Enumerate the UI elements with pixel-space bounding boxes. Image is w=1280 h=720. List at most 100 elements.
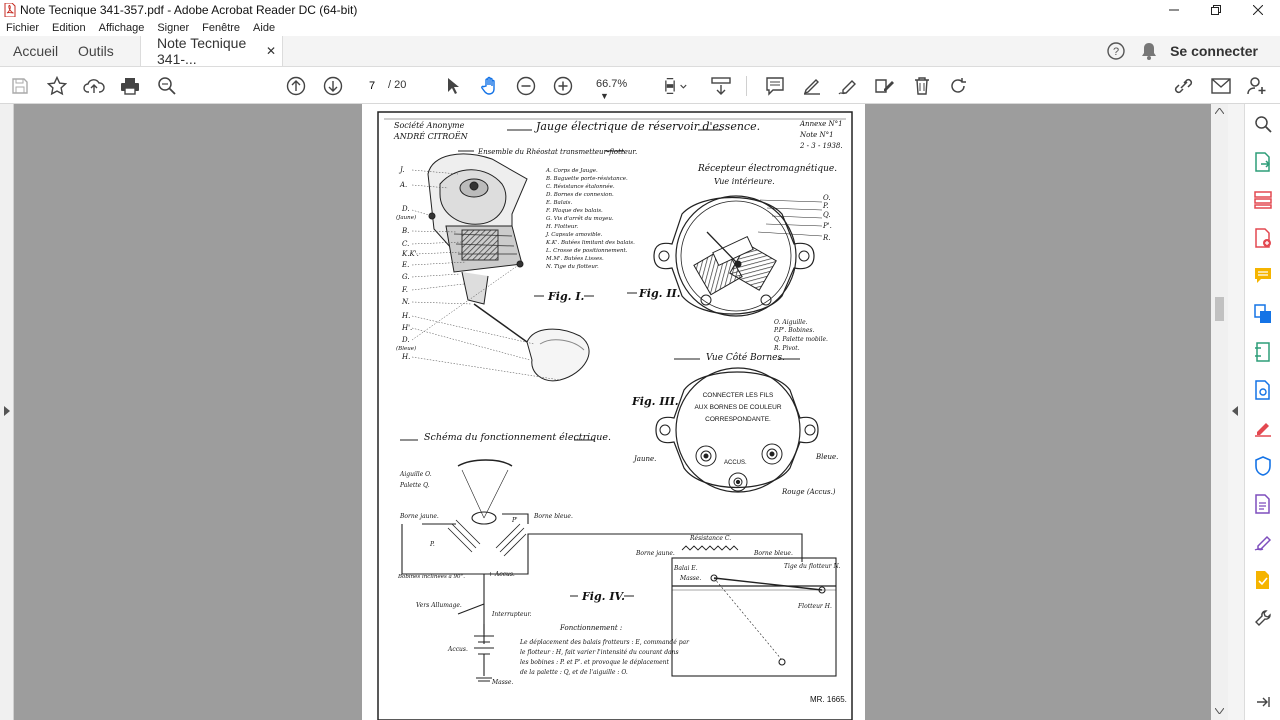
shield-icon (1255, 456, 1271, 476)
restore-icon (1211, 5, 1221, 15)
sidebar-protect[interactable] (1251, 454, 1275, 478)
sidebar-compress[interactable] (1251, 340, 1275, 364)
fill-sign-button[interactable] (873, 74, 897, 98)
bookmark-button[interactable] (45, 74, 69, 98)
select-tool-button[interactable] (441, 74, 465, 98)
fig3-drawing (655, 367, 819, 493)
menu-bar: Fichier Edition Affichage Signer Fenêtre… (0, 20, 1280, 36)
delete-button[interactable] (910, 74, 934, 98)
menu-aide[interactable]: Aide (253, 22, 275, 34)
sidebar-comment[interactable] (1251, 264, 1275, 288)
sidebar-send-for-review[interactable] (1251, 568, 1275, 592)
menu-fichier[interactable]: Fichier (6, 22, 39, 34)
scroll-mode-button[interactable] (709, 74, 733, 98)
page-number-input[interactable] (360, 76, 384, 96)
svg-text:Palette Q.: Palette Q. (399, 482, 430, 489)
fig1-label-h2: H'. (401, 324, 412, 332)
vertical-scrollbar[interactable] (1211, 104, 1228, 720)
close-window-button[interactable] (1239, 0, 1277, 20)
sign-in-button[interactable]: Se connecter (1170, 43, 1258, 59)
expand-left-panel-icon[interactable] (3, 406, 11, 416)
zoom-select[interactable]: 66.7% ▼ (592, 78, 642, 102)
cursor-arrow-icon (448, 78, 459, 94)
svg-text:O. Aiguille.: O. Aiguille. (774, 319, 808, 326)
next-page-button[interactable] (321, 74, 345, 98)
menu-fenetre[interactable]: Fenêtre (202, 22, 240, 34)
minus-circle-icon (516, 76, 536, 96)
previous-page-button[interactable] (284, 74, 308, 98)
drawing-reference: MR. 1665. (810, 695, 847, 704)
sidebar-combine-files[interactable] (1251, 302, 1275, 326)
tab-tools[interactable]: Outils (66, 36, 140, 66)
sidebar-collapse[interactable] (1251, 690, 1275, 714)
minimize-button[interactable] (1155, 0, 1193, 20)
zoom-in-button[interactable] (551, 74, 575, 98)
help-icon[interactable]: ? (1106, 41, 1126, 61)
svg-text:J. Capsule amovible.: J. Capsule amovible. (545, 232, 603, 238)
svg-text:R. Pivot.: R. Pivot. (773, 345, 800, 352)
sidebar-search[interactable] (1251, 112, 1275, 136)
fig1-label-f: F. (401, 286, 408, 294)
main-title: Jauge électrique de réservoir d'essence. (534, 120, 760, 133)
menu-signer[interactable]: Signer (157, 22, 189, 34)
close-tab-icon[interactable]: ✕ (266, 44, 276, 58)
menu-edition[interactable]: Edition (52, 22, 86, 34)
print-button[interactable] (118, 74, 142, 98)
vue-bornes-title: Vue Côté Bornes. (706, 352, 785, 363)
annex-line1: Annexe N°1 (799, 120, 843, 128)
collapse-right-panel-icon[interactable] (1231, 406, 1239, 416)
right-panel-toggle-strip (1228, 104, 1244, 720)
sign-button[interactable] (836, 74, 860, 98)
fig3-connect-note: CONNECTER LES FILS AUX BORNES DE COULEUR… (694, 392, 781, 423)
page-display-button[interactable] (664, 74, 688, 98)
email-button[interactable] (1209, 74, 1233, 98)
share-user-button[interactable] (1245, 74, 1269, 98)
upload-cloud-button[interactable] (82, 74, 106, 98)
trash-icon (915, 77, 929, 95)
save-disk-icon (12, 78, 28, 94)
sidebar-create-pdf[interactable] (1251, 226, 1275, 250)
svg-text:N. Tige du flotteur.: N. Tige du flotteur. (545, 264, 599, 270)
acrobat-pdf-icon (4, 3, 16, 17)
share-link-button[interactable] (1172, 74, 1196, 98)
scroll-up-icon[interactable] (1215, 108, 1224, 114)
save-button[interactable] (8, 74, 32, 98)
fig3-bleue-label: Bleue. (815, 453, 838, 461)
scrollbar-thumb[interactable] (1215, 297, 1224, 321)
sidebar-organize-pages[interactable] (1251, 188, 1275, 212)
zoom-out-button[interactable] (514, 74, 538, 98)
comment-button[interactable] (763, 74, 787, 98)
hand-tool-button[interactable] (478, 74, 502, 98)
sidebar-convert-pdf[interactable] (1251, 492, 1275, 516)
notification-bell-icon[interactable] (1140, 41, 1158, 61)
rotate-button[interactable] (946, 74, 970, 98)
edit-pdf-icon (1255, 380, 1270, 400)
sidebar-more-tools[interactable] (1251, 606, 1275, 630)
company-line1: Société Anonyme (394, 121, 465, 130)
arrow-down-circle-icon (323, 76, 343, 96)
find-button[interactable] (155, 74, 179, 98)
restore-button[interactable] (1197, 0, 1235, 20)
scroll-down-icon[interactable] (1215, 708, 1224, 714)
annex-line2: Note N°1 (799, 131, 834, 139)
highlight-button[interactable] (800, 74, 824, 98)
svg-text:Le déplacement des balais frot: Le déplacement des balais frotteurs : E,… (519, 639, 690, 646)
sign-pen-icon (838, 80, 856, 95)
svg-text:Borne bleue.: Borne bleue. (753, 550, 793, 557)
svg-text:H. Flotteur.: H. Flotteur. (545, 224, 578, 230)
sidebar-edit-pdf[interactable] (1251, 378, 1275, 402)
left-panel-collapsed (0, 104, 14, 720)
fig1-label-jaune: (Jaune) (396, 214, 416, 221)
fig1-label-d2: D. (401, 336, 410, 344)
tab-home[interactable]: Accueil (0, 36, 66, 66)
fig1-label-e: E. (401, 261, 409, 269)
tab-document[interactable]: Note Tecnique 341-... ✕ (140, 35, 283, 67)
star-icon (47, 76, 67, 96)
sidebar-export-pdf[interactable] (1251, 150, 1275, 174)
sidebar-signature[interactable] (1251, 530, 1275, 554)
svg-text:Balai E.: Balai E. (673, 565, 698, 572)
menu-affichage[interactable]: Affichage (99, 22, 145, 34)
svg-text:Borne bleue.: Borne bleue. (533, 513, 573, 520)
sidebar-fill-sign[interactable] (1251, 416, 1275, 440)
annex-date: 2 - 3 - 1938. (799, 142, 843, 150)
